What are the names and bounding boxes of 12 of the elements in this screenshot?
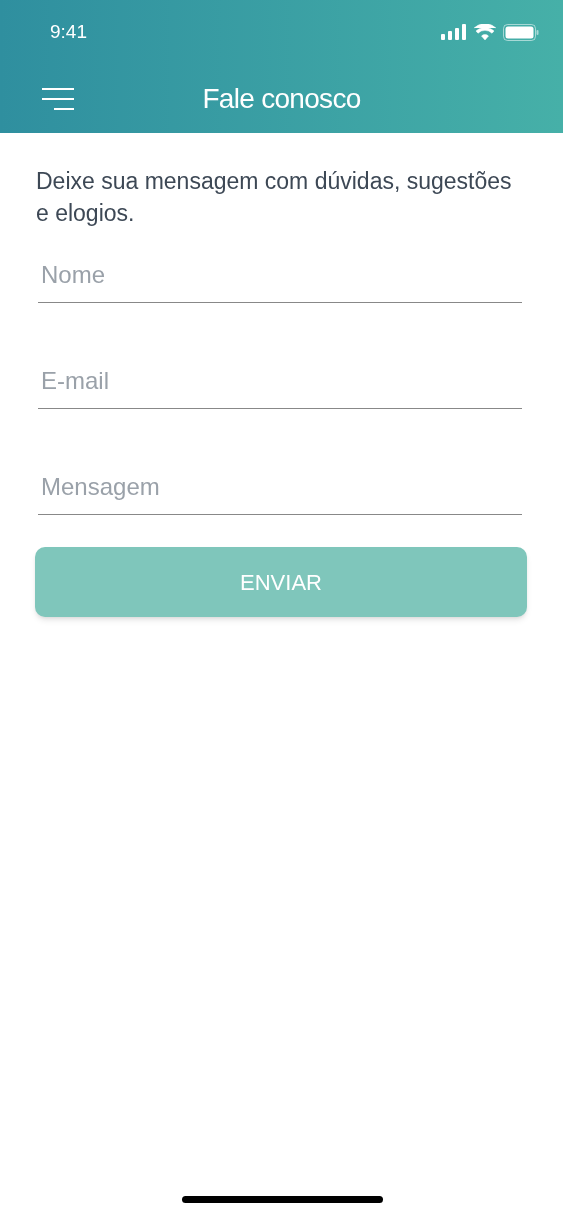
intro-text: Deixe sua mensagem com dúvidas, sugestões e elogios. bbox=[36, 167, 513, 228]
menu-button[interactable] bbox=[40, 88, 74, 112]
submit-button[interactable]: ENVIAR bbox=[35, 547, 527, 617]
input-field[interactable]: Mensagem bbox=[38, 455, 522, 515]
header-title: Fale conosco bbox=[202, 81, 361, 116]
menu-icon bbox=[42, 88, 74, 110]
status-time: 9:41 bbox=[50, 19, 87, 44]
signal-icon bbox=[441, 24, 467, 40]
wifi-icon bbox=[474, 24, 496, 40]
battery-icon bbox=[503, 23, 539, 41]
input-field[interactable]: E-mail bbox=[38, 349, 522, 409]
input-field[interactable]: Nome bbox=[38, 243, 522, 303]
